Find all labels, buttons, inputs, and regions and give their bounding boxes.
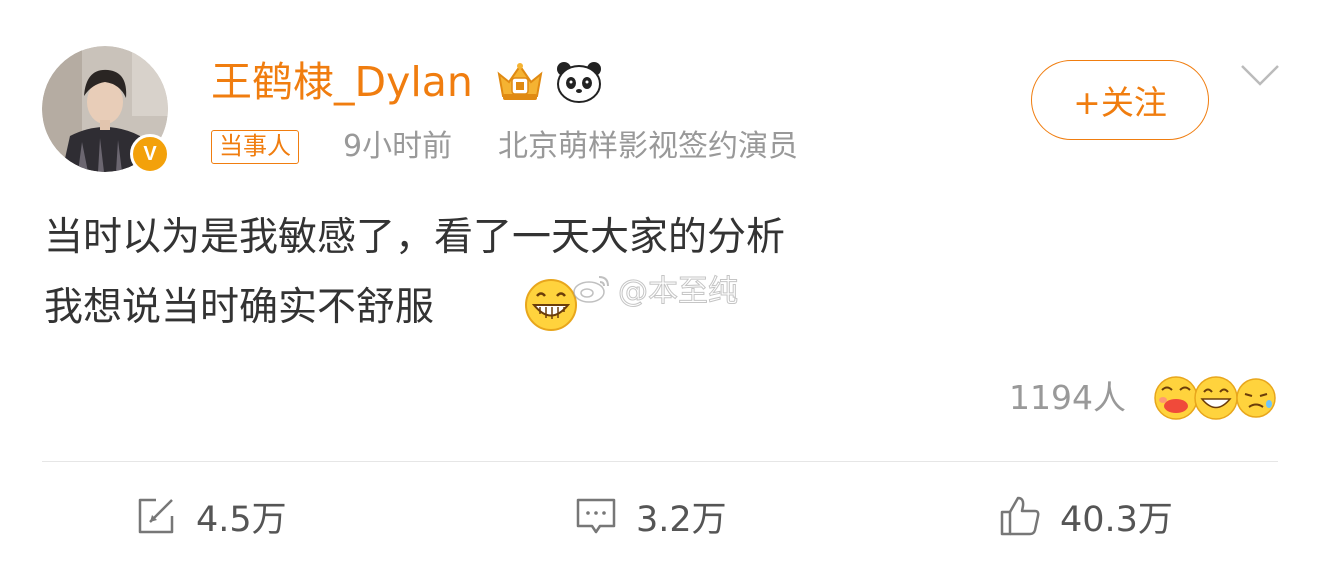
reaction-count[interactable]: 1194人 [1009,376,1126,420]
like-icon [1000,496,1040,536]
user-description: 北京萌样影视签约演员 [498,129,798,164]
crown-icon [497,63,543,100]
watermark: @本至纯 [572,270,739,310]
repost-button[interactable]: 4.5万 [134,490,287,542]
grin-emoji-icon [525,279,577,331]
weibo-logo-icon [573,276,609,303]
chevron-down-icon[interactable] [1240,62,1280,88]
username[interactable]: 王鹤棣_Dylan [211,56,473,108]
sad-emoji-icon [1236,378,1276,418]
love-emoji-icon [1154,376,1198,420]
panda-icon [557,62,601,103]
post-text-line-1: 当时以为是我敏感了，看了一天大家的分析 [44,215,786,260]
like-count: 40.3万 [1060,499,1173,540]
divider [42,461,1278,462]
verified-badge: V [130,134,170,174]
repost-icon [138,498,174,534]
comment-count: 3.2万 [636,499,727,540]
reaction-emojis[interactable] [1152,374,1278,422]
repost-count: 4.5万 [196,499,287,540]
party-tag: 当事人 [211,130,299,164]
laugh-emoji-icon [1194,376,1238,420]
weibo-post-card: V 王鹤棣_Dylan 当事人 9小时前 北京萌样影视签约演员 +关注 当时以为… [0,0,1320,572]
comment-button[interactable]: 3.2万 [574,490,727,542]
post-time: 9小时前 [343,129,453,164]
post-text-line-2: 我想说当时确实不舒服 [44,285,435,330]
avatar[interactable]: V [42,46,170,174]
follow-button[interactable]: +关注 [1031,60,1209,140]
comment-icon [576,498,616,534]
like-button[interactable]: 40.3万 [998,490,1173,542]
watermark-text: @本至纯 [618,274,739,310]
